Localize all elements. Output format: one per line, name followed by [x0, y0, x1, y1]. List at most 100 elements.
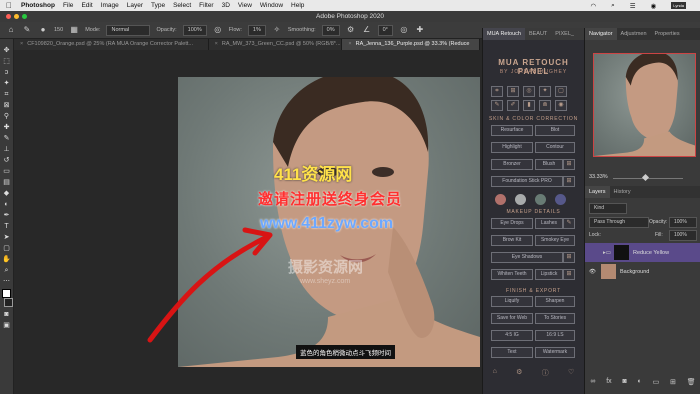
dodge-tool-icon[interactable]: ◐	[4, 201, 8, 208]
tab-properties[interactable]: Properties	[651, 28, 684, 40]
pen-tool-icon[interactable]: ✒	[4, 212, 10, 219]
marquee-tool-icon[interactable]: ⬚	[3, 58, 10, 65]
close-icon[interactable]: ×	[20, 41, 23, 47]
watermark-button[interactable]: Watermark	[535, 347, 575, 358]
brush-settings-icon[interactable]: ▦	[69, 25, 79, 35]
close-icon[interactable]: ×	[215, 41, 218, 47]
minimize-window-button[interactable]	[14, 14, 19, 19]
path-selection-tool-icon[interactable]: ➤	[4, 234, 10, 241]
eye-shadows-button[interactable]: Eye Shadows	[491, 252, 563, 263]
smokey-eye-button[interactable]: Smokey Eye	[535, 235, 575, 246]
lipstick-button[interactable]: Lipstick	[535, 269, 563, 280]
menu-edit[interactable]: Edit	[81, 2, 92, 9]
liquify-button[interactable]: Liquify	[491, 296, 533, 307]
highlight-button[interactable]: Highlight	[491, 142, 533, 153]
zoom-tool-icon[interactable]: ⌕	[5, 267, 9, 274]
heart-icon[interactable]: ♡	[568, 368, 574, 378]
navigator-preview[interactable]	[593, 53, 696, 157]
hand-tool-icon[interactable]: ✋	[2, 256, 11, 263]
lashes-brush-icon[interactable]: ✎	[563, 218, 575, 229]
menu-select[interactable]: Select	[173, 2, 191, 9]
fx-icon[interactable]: fx	[606, 378, 611, 386]
search-icon[interactable]: ⌕	[611, 2, 615, 10]
swatch-green[interactable]	[535, 194, 546, 205]
pressure-size-icon[interactable]: ◎	[399, 25, 409, 35]
blot-button[interactable]: Blot	[535, 125, 575, 136]
brush-tool-icon[interactable]: ✎	[4, 135, 10, 142]
menu-type[interactable]: Type	[151, 2, 165, 9]
tab-layers[interactable]: Layers	[585, 186, 610, 198]
lynda-icon[interactable]: Lynda	[671, 2, 686, 9]
layer-name[interactable]: Background	[620, 269, 649, 275]
magic-wand-tool-icon[interactable]: ✦	[4, 80, 10, 87]
menu-help[interactable]: Help	[291, 2, 304, 9]
clone-stamp-tool-icon[interactable]: ⊥	[3, 146, 9, 153]
angle-input[interactable]: 0°	[377, 24, 393, 36]
eraser-tool-icon[interactable]: ▭	[3, 168, 10, 175]
home-icon[interactable]: ⌂	[6, 25, 16, 35]
mode-select[interactable]: Normal	[106, 24, 151, 36]
healing-brush-tool-icon[interactable]: ✚	[4, 124, 10, 131]
menu-window[interactable]: Window	[260, 2, 283, 9]
tab-adjustments[interactable]: Adjustmen	[617, 28, 651, 40]
menu-filter[interactable]: Filter	[199, 2, 213, 9]
tab-navigator[interactable]: Navigator	[585, 28, 617, 40]
brush-preset-icon[interactable]: ●	[38, 25, 48, 35]
ratio-16-9-button[interactable]: 16:9 LS	[535, 330, 575, 341]
more-tools-icon[interactable]: ⋯	[3, 278, 10, 285]
resurface-button[interactable]: Resurface	[491, 125, 533, 136]
lasso-tool-icon[interactable]: ↄ	[5, 69, 9, 76]
compact-icon[interactable]: ◉	[555, 100, 567, 111]
close-window-button[interactable]	[6, 14, 11, 19]
menu-layer[interactable]: Layer	[127, 2, 143, 9]
brow-kit-button[interactable]: Brow Kit	[491, 235, 533, 246]
flow-input[interactable]: 1%	[247, 24, 266, 36]
crop-tool-icon[interactable]: ⌗	[5, 91, 9, 98]
lipstick-grid-icon[interactable]: ⊞	[563, 269, 575, 280]
menu-view[interactable]: View	[238, 2, 252, 9]
blush-button[interactable]: Blush	[535, 159, 563, 170]
trash-icon[interactable]: 🗑	[687, 378, 696, 386]
tab-mua-retouch[interactable]: MUA Retouch	[483, 28, 525, 40]
save-for-web-button[interactable]: Save for Web	[491, 313, 533, 324]
ratio-4-5-button[interactable]: 4:5 IG	[491, 330, 533, 341]
doc-tab-orange[interactable]: × CF109820_Orange.psd @ 25% (RA MUA Orang…	[14, 39, 209, 50]
move-tool-icon[interactable]: ✥	[4, 47, 10, 54]
doc-tab-purple[interactable]: × RA_Jenna_136_Purple.psd @ 33.3% (Reduce	[342, 39, 481, 50]
new-layer-icon[interactable]: ⊞	[670, 378, 676, 386]
text-button[interactable]: Text	[491, 347, 533, 358]
sharpen-button[interactable]: Sharpen	[535, 296, 575, 307]
gear-icon[interactable]: ⚙	[346, 25, 356, 35]
doc-tab-green[interactable]: × RA_MW_373_Green_CC.psd @ 50% (RGB/8*...	[209, 39, 343, 50]
lashes-button[interactable]: Lashes	[535, 218, 563, 229]
menu-3d[interactable]: 3D	[222, 2, 230, 9]
tab-pixel[interactable]: PIXEL_	[551, 28, 578, 40]
menu-app-name[interactable]: Photoshop	[21, 2, 55, 9]
group-icon[interactable]: ▭	[653, 378, 660, 386]
symmetry-icon[interactable]: ✚	[415, 25, 425, 35]
opacity-input[interactable]: 100%	[182, 24, 207, 36]
layer-row[interactable]: ▸▭ Reduce Yellow	[585, 243, 700, 262]
gradient-tool-icon[interactable]: ▤	[3, 179, 10, 186]
menu-file[interactable]: File	[63, 2, 73, 9]
rectangle-tool-icon[interactable]: ▢	[3, 245, 10, 252]
gear-icon[interactable]: ⚙	[516, 368, 522, 378]
layer-name[interactable]: Reduce Yellow	[633, 250, 669, 256]
zoom-slider-handle[interactable]	[641, 173, 650, 182]
airbrush-icon[interactable]: ✧	[272, 25, 282, 35]
pencil-icon[interactable]: ✐	[507, 100, 519, 111]
type-tool-icon[interactable]: T	[4, 223, 8, 230]
star-icon[interactable]: ✦	[539, 86, 551, 97]
to-stories-button[interactable]: To Stories	[535, 313, 575, 324]
adjustment-icon[interactable]: ◐	[638, 378, 642, 386]
quick-mask-icon[interactable]: ◙	[4, 311, 8, 318]
square-icon[interactable]: ▢	[555, 86, 567, 97]
frame-tool-icon[interactable]: ⊠	[4, 102, 10, 109]
pressure-opacity-icon[interactable]: ◎	[213, 25, 223, 35]
eye-drops-button[interactable]: Eye Drops	[491, 218, 533, 229]
bronzer-button[interactable]: Bronzer	[491, 159, 533, 170]
swatch-rose[interactable]	[495, 194, 506, 205]
close-icon[interactable]: ×	[348, 41, 351, 47]
wifi-icon[interactable]: ◠	[590, 2, 596, 10]
layers-opacity-input[interactable]: 100%	[669, 217, 697, 228]
